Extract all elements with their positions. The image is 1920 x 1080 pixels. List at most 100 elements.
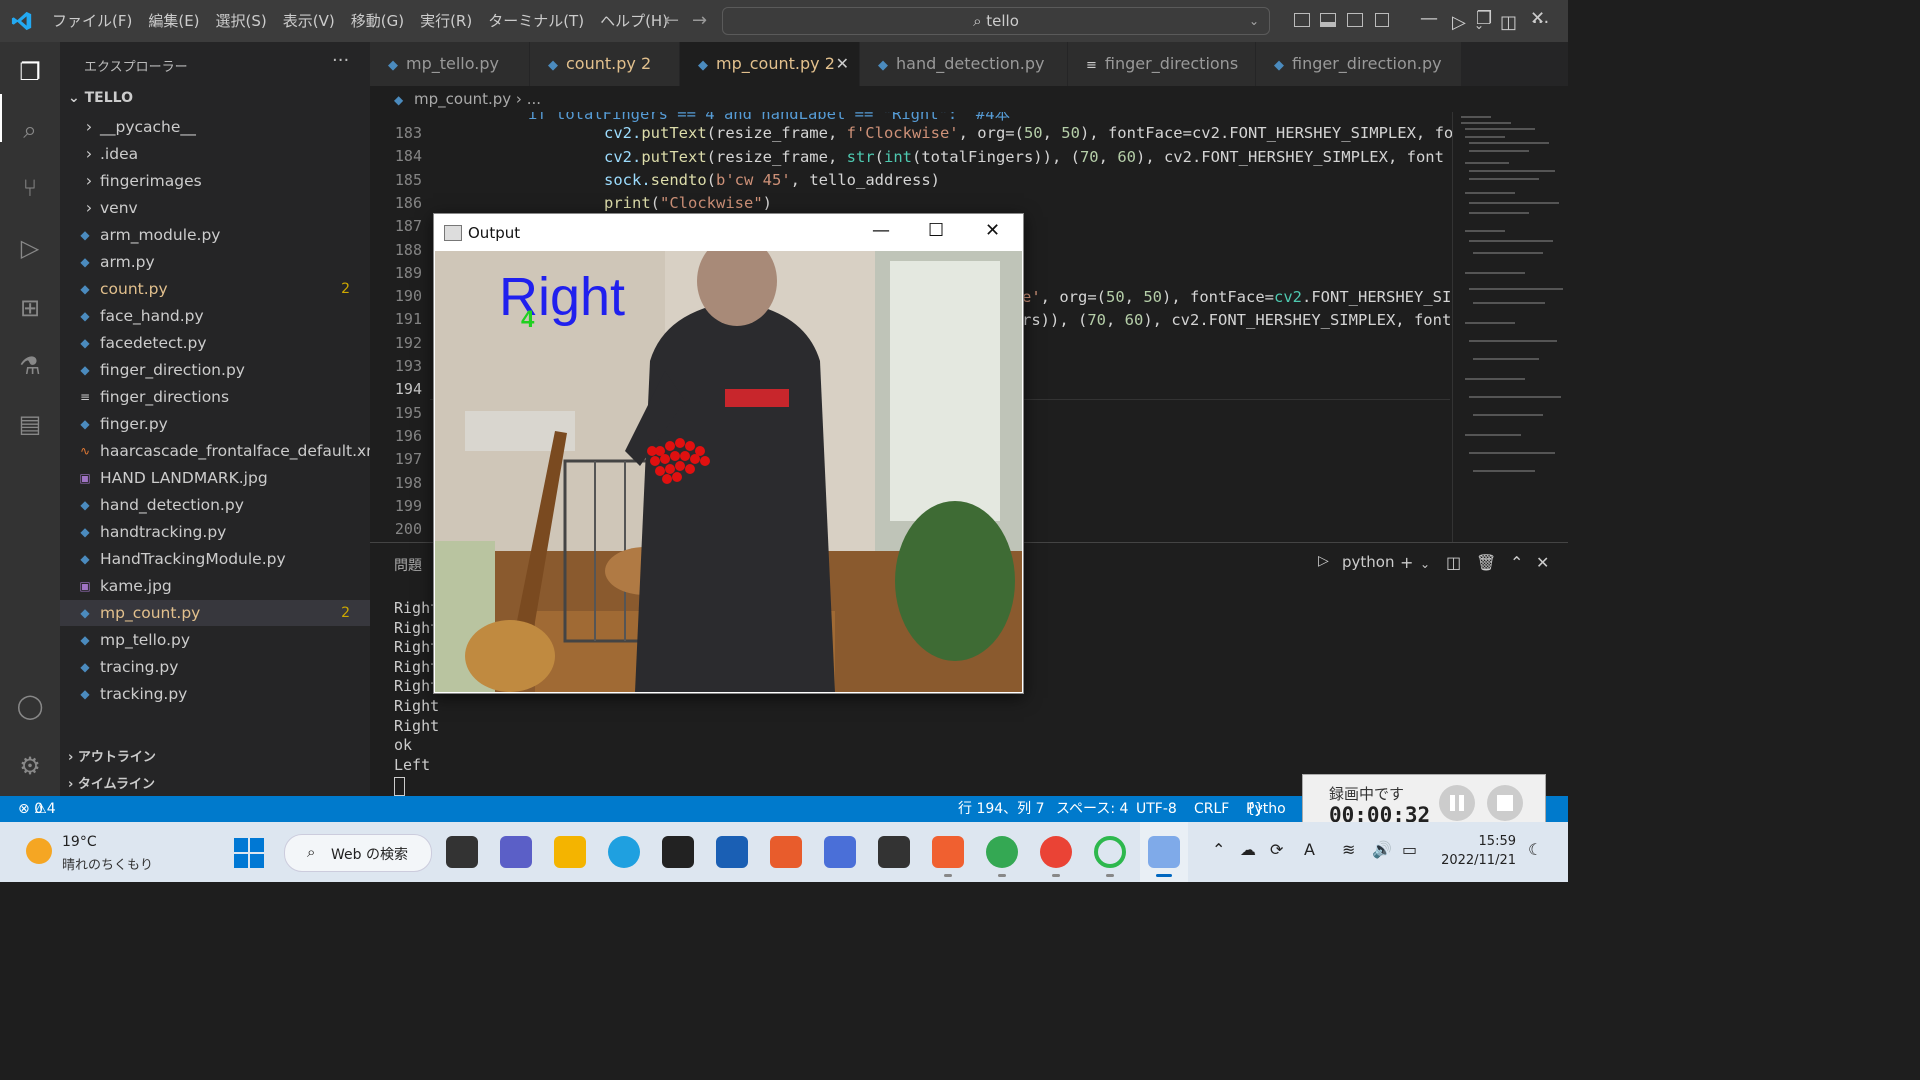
g-app-icon[interactable] (878, 836, 910, 868)
file-item[interactable]: ◆ face_hand.py (60, 303, 370, 329)
breadcrumb-file[interactable]: mp_count.py (414, 90, 511, 108)
menu-item[interactable]: 表示(V) (275, 0, 343, 42)
maximize-panel-icon[interactable]: ⌃ (1510, 553, 1523, 572)
file-item[interactable]: ◆ HandTrackingModule.py (60, 546, 370, 572)
file-item[interactable]: ◆ tracing.py (60, 654, 370, 680)
minimize-icon[interactable]: — (872, 220, 890, 241)
problems-indicator[interactable]: ⊗ 0 ⚠ 4 (18, 796, 56, 822)
file-item[interactable]: ◆ finger_direction.py (60, 357, 370, 383)
file-item[interactable]: ◆ handtracking.py (60, 519, 370, 545)
close-panel-icon[interactable]: ✕ (1536, 553, 1549, 572)
toggle-primary-sidebar-icon[interactable] (1294, 13, 1310, 27)
toggle-panel-icon[interactable] (1320, 13, 1336, 27)
notebook-icon[interactable]: ▤ (14, 408, 46, 440)
encoding[interactable]: UTF-8 (1136, 796, 1177, 822)
menu-item[interactable]: 選択(S) (208, 0, 275, 42)
clock-date[interactable]: 2022/11/21 (1440, 853, 1516, 868)
file-item[interactable]: ◆ arm.py (60, 249, 370, 275)
cursor-position[interactable]: 行 194、列 7 (958, 796, 1045, 822)
pause-button[interactable] (1439, 785, 1475, 821)
clock-time[interactable]: 15:59 (1440, 834, 1516, 849)
folder-item[interactable]: › venv (60, 195, 370, 221)
at-menu-icon[interactable] (824, 836, 856, 868)
file-item[interactable]: ◆ facedetect.py (60, 330, 370, 356)
weather-desc[interactable]: 晴れのちくもり (62, 854, 153, 873)
search-icon[interactable]: ⌕ (14, 114, 46, 146)
outline-section[interactable]: › アウトライン (68, 746, 156, 765)
menu-item[interactable]: 実行(R) (412, 0, 480, 42)
extensions-icon[interactable]: ⊞ (14, 292, 46, 324)
split-editor-icon[interactable]: ◫ (1500, 12, 1517, 33)
file-item[interactable]: ◆ arm_module.py (60, 222, 370, 248)
store-icon[interactable] (716, 836, 748, 868)
folder-item[interactable]: › __pycache__ (60, 114, 370, 140)
start-icon[interactable] (234, 838, 264, 868)
panel-tab-problems[interactable]: 問題 (394, 555, 422, 575)
source-control-icon[interactable]: ⑂ (14, 172, 46, 204)
taskbar-search[interactable]: ⌕ Web の検索 (284, 834, 432, 872)
run-debug-icon[interactable]: ▷ (14, 232, 46, 264)
run-icon[interactable]: ▷ (1452, 12, 1466, 33)
file-item[interactable]: ◆ count.py 2 (60, 276, 370, 302)
maximize-icon[interactable]: ☐ (928, 220, 944, 241)
output-window[interactable]: Output — ☐ ✕ Right 4 (433, 213, 1024, 694)
tab-mp-tello-py[interactable]: ◆ mp_tello.py (370, 42, 530, 86)
pdf-app-icon[interactable] (932, 836, 964, 868)
trash-icon[interactable]: 🗑 (1476, 553, 1496, 572)
split-terminal-icon[interactable]: ◫ (1446, 553, 1461, 572)
back-arrow-icon[interactable]: ← (664, 10, 679, 31)
stop-button[interactable] (1487, 785, 1523, 821)
tab-hand-detection-py[interactable]: ◆ hand_detection.py (860, 42, 1068, 86)
onedrive-icon[interactable]: ☁ (1240, 840, 1256, 859)
chrome-profile-icon[interactable] (1040, 836, 1072, 868)
green-ring-app-icon[interactable] (1094, 836, 1126, 868)
mail-app-icon[interactable] (770, 836, 802, 868)
forward-arrow-icon[interactable]: → (692, 10, 707, 31)
timeline-section[interactable]: › タイムライン (68, 773, 155, 792)
chevron-up-icon[interactable]: ⌃ (1212, 840, 1225, 859)
file-item[interactable]: ◆ mp_count.py 2 (60, 600, 370, 626)
account-icon[interactable]: ◯ (14, 690, 46, 722)
file-item[interactable]: ◆ mp_tello.py (60, 627, 370, 653)
workspace-root[interactable]: ⌄ TELLO (68, 90, 133, 106)
file-item[interactable]: ∿ haarcascade_frontalface_default.xml (60, 438, 386, 464)
terminal-app-icon[interactable] (662, 836, 694, 868)
sync-icon[interactable]: ⟳ (1270, 840, 1283, 859)
menu-item[interactable]: ターミナル(T) (480, 0, 592, 42)
indentation[interactable]: スペース: 4 (1056, 796, 1128, 822)
file-item[interactable]: ▣ kame.jpg (60, 573, 370, 599)
speaker-icon[interactable]: 🔊 (1372, 840, 1392, 859)
tab-finger-direction-py[interactable]: ◆ finger_direction.py (1256, 42, 1462, 86)
folder-item[interactable]: › fingerimages (60, 168, 370, 194)
breadcrumb-rest[interactable]: ... (527, 90, 541, 108)
command-center-search[interactable]: ⌕ tello ⌄ (722, 7, 1270, 35)
close-icon[interactable]: ✕ (985, 220, 1000, 241)
file-item[interactable]: ≡ finger_directions (60, 384, 370, 410)
teams-icon[interactable] (500, 836, 532, 868)
chevron-down-icon[interactable]: ⌄ (1420, 557, 1430, 571)
file-item[interactable]: ◆ hand_detection.py (60, 492, 370, 518)
ime-icon[interactable]: A (1304, 840, 1315, 859)
close-tab-icon[interactable]: ✕ (836, 42, 849, 86)
file-explorer-icon[interactable] (554, 836, 586, 868)
folder-item[interactable]: › .idea (60, 141, 370, 167)
testing-icon[interactable]: ⚗ (14, 350, 46, 382)
add-terminal-icon[interactable]: + (1400, 553, 1413, 572)
tab-finger-directions[interactable]: ≡ finger_directions (1068, 42, 1256, 86)
customize-layout-icon[interactable] (1375, 13, 1389, 27)
terminal-name[interactable]: python (1342, 553, 1394, 571)
more-actions-icon[interactable]: ··· (332, 50, 349, 71)
file-item[interactable]: ◆ finger.py (60, 411, 370, 437)
explorer-icon[interactable]: ❐ (14, 56, 46, 88)
chrome-icon[interactable] (986, 836, 1018, 868)
menu-item[interactable]: 移動(G) (343, 0, 412, 42)
menu-item[interactable]: 編集(E) (140, 0, 207, 42)
notification-icon[interactable]: ☾ (1528, 840, 1542, 859)
more-actions-icon[interactable]: ··· (1532, 12, 1549, 33)
file-item[interactable]: ◆ tracking.py (60, 681, 370, 707)
tab-count-py[interactable]: ◆ count.py 2 (530, 42, 680, 86)
chevron-down-icon[interactable]: ⌄ (1474, 18, 1484, 32)
minimize-icon[interactable]: — (1420, 8, 1438, 29)
file-item[interactable]: ▣ HAND LANDMARK.jpg (60, 465, 370, 491)
tab-mp-count-py[interactable]: ◆ mp_count.py 2 ✕ (680, 42, 860, 86)
